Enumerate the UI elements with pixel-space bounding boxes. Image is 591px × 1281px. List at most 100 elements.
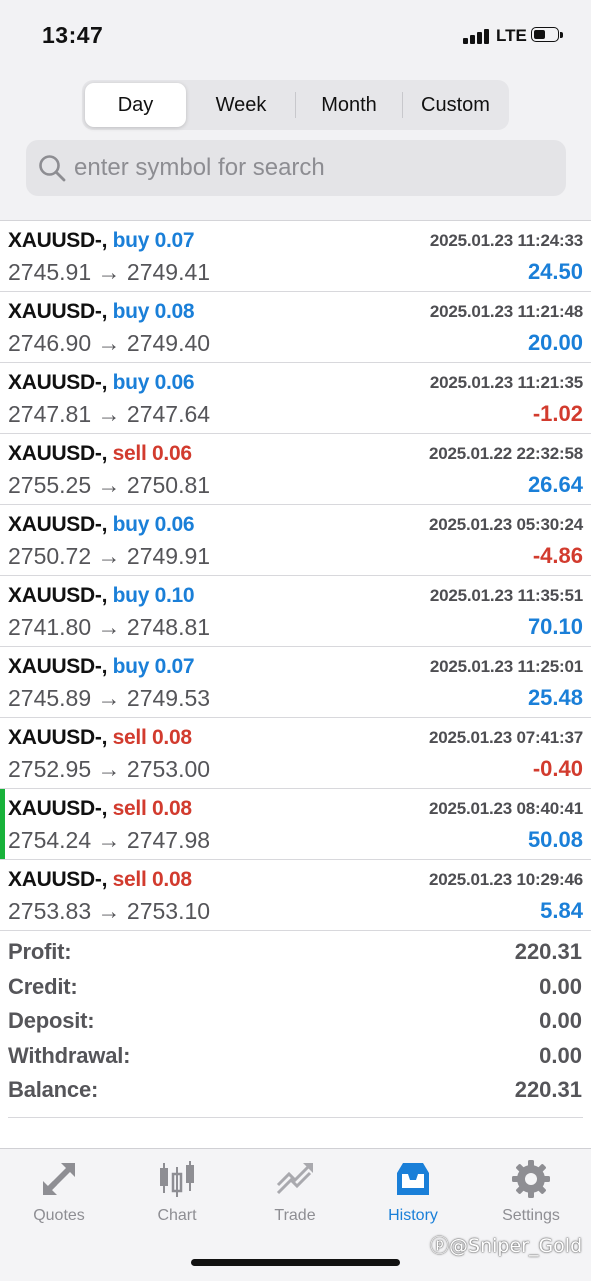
trade-symbol-name: XAUUSD-, xyxy=(8,797,108,820)
trade-prices: 2754.24 → 2747.98 xyxy=(8,827,211,853)
trade-time: 2025.01.23 11:35:51 xyxy=(429,586,583,605)
status-bar: 13:47 LTE xyxy=(0,0,591,66)
trade-side: buy 0.07 xyxy=(112,229,195,252)
signal-icon xyxy=(463,28,491,44)
trade-icon xyxy=(276,1163,313,1195)
trade-profit: -1.02 xyxy=(532,401,583,426)
quotes-icon xyxy=(43,1163,75,1195)
trade-profit: 25.48 xyxy=(527,685,583,710)
trade-symbol-name: XAUUSD-, xyxy=(8,655,108,678)
status-time: 13:47 xyxy=(42,22,104,48)
summary-label: Withdrawal: xyxy=(8,1042,131,1068)
trade-profit: -0.40 xyxy=(532,756,583,781)
network-type: LTE xyxy=(496,26,527,45)
trade-symbol-name: XAUUSD-, xyxy=(8,584,108,607)
trade-symbol-name: XAUUSD-, xyxy=(8,300,108,323)
tab-label: Settings xyxy=(502,1207,560,1224)
trade-time: 2025.01.23 11:21:48 xyxy=(429,302,583,321)
trade-row[interactable]: XAUUSD-, sell 0.08 2025.01.23 10:29:46 2… xyxy=(0,860,591,931)
summary-value: 0.00 xyxy=(539,1008,582,1033)
summary-label: Deposit: xyxy=(8,1008,95,1033)
trade-time: 2025.01.23 11:25:01 xyxy=(429,657,583,676)
trade-row[interactable]: XAUUSD-, buy 0.06 2025.01.23 11:21:35 27… xyxy=(0,363,591,434)
trade-row[interactable]: XAUUSD-, buy 0.08 2025.01.23 11:21:48 27… xyxy=(0,292,591,363)
trade-symbol: XAUUSD-, buy 0.06 xyxy=(8,513,195,537)
trade-profit: 26.64 xyxy=(527,472,583,497)
trade-symbol: XAUUSD-, buy 0.07 xyxy=(8,229,195,253)
trade-prices: 2746.90 → 2749.40 xyxy=(8,330,211,356)
summary-value: 220.31 xyxy=(514,939,582,964)
trade-symbol: XAUUSD-, buy 0.08 xyxy=(8,300,195,324)
summary-balance: Balance: 220.31 xyxy=(0,1073,591,1108)
chart-icon xyxy=(160,1161,194,1197)
trade-row[interactable]: XAUUSD-, buy 0.07 2025.01.23 11:24:33 27… xyxy=(0,221,591,292)
trade-profit: 70.10 xyxy=(527,614,583,639)
tab-label: Chart xyxy=(157,1207,197,1224)
watermark: ⓟ@Sniper_Gold xyxy=(430,1235,583,1257)
symbol-search-input[interactable]: enter symbol for search xyxy=(26,140,566,196)
trade-side: buy 0.06 xyxy=(112,513,195,536)
trade-profit: -4.86 xyxy=(532,543,583,568)
trade-symbol-name: XAUUSD-, xyxy=(8,868,108,891)
trade-prices: 2753.83 → 2753.10 xyxy=(8,898,211,924)
selected-row-marker xyxy=(0,789,5,859)
trade-side: buy 0.10 xyxy=(112,584,195,607)
summary-divider xyxy=(8,1117,583,1118)
trade-side: sell 0.06 xyxy=(112,442,192,465)
trade-row[interactable]: XAUUSD-, sell 0.06 2025.01.22 22:32:58 2… xyxy=(0,434,591,505)
trade-symbol-name: XAUUSD-, xyxy=(8,513,108,536)
history-icon xyxy=(397,1163,429,1195)
trade-time: 2025.01.23 08:40:41 xyxy=(428,799,583,818)
tab-month[interactable]: Month xyxy=(296,83,402,127)
trade-symbol: XAUUSD-, buy 0.07 xyxy=(8,655,195,679)
trade-side: sell 0.08 xyxy=(112,726,192,749)
tab-settings[interactable]: Settings xyxy=(472,1149,590,1239)
tab-trade[interactable]: Trade xyxy=(236,1149,354,1239)
trade-prices: 2745.89 → 2749.53 xyxy=(8,685,211,711)
trade-profit: 5.84 xyxy=(540,898,583,923)
trade-prices: 2745.91 → 2749.41 xyxy=(8,259,211,285)
trade-profit: 50.08 xyxy=(527,827,583,852)
summary-withdrawal: Withdrawal: 0.00 xyxy=(0,1039,591,1074)
trade-row[interactable]: XAUUSD-, sell 0.08 2025.01.23 08:40:41 2… xyxy=(0,789,591,860)
tab-quotes[interactable]: Quotes xyxy=(0,1149,118,1239)
trade-profit: 20.00 xyxy=(527,330,583,355)
tab-chart[interactable]: Chart xyxy=(118,1149,236,1239)
tab-week[interactable]: Week xyxy=(188,83,294,127)
account-summary: Profit: 220.31 Credit: 0.00 Deposit: 0.0… xyxy=(0,935,591,1108)
trade-prices: 2755.25 → 2750.81 xyxy=(8,472,211,498)
history-header: Day Week Month Custom enter symbol for s… xyxy=(0,66,591,220)
summary-value: 0.00 xyxy=(539,1042,582,1068)
trade-row[interactable]: XAUUSD-, buy 0.06 2025.01.23 05:30:24 27… xyxy=(0,505,591,576)
trade-row[interactable]: XAUUSD-, sell 0.08 2025.01.23 07:41:37 2… xyxy=(0,718,591,789)
summary-deposit: Deposit: 0.00 xyxy=(0,1004,591,1039)
trade-time: 2025.01.23 10:29:46 xyxy=(428,870,583,889)
trade-time: 2025.01.22 22:32:58 xyxy=(428,444,583,463)
trade-prices: 2750.72 → 2749.91 xyxy=(8,543,211,569)
tab-custom[interactable]: Custom xyxy=(403,83,508,127)
trade-prices: 2752.95 → 2753.00 xyxy=(8,756,211,782)
trade-prices: 2741.80 → 2748.81 xyxy=(8,614,211,640)
trade-time: 2025.01.23 11:24:33 xyxy=(429,231,583,250)
tab-history[interactable]: History xyxy=(354,1149,472,1239)
tab-day[interactable]: Day xyxy=(85,83,186,127)
home-indicator xyxy=(191,1259,400,1266)
tab-label: Quotes xyxy=(33,1207,85,1224)
summary-label: Balance: xyxy=(8,1077,99,1102)
trade-side: buy 0.07 xyxy=(112,655,195,678)
trade-row[interactable]: XAUUSD-, buy 0.10 2025.01.23 11:35:51 27… xyxy=(0,576,591,647)
battery-icon xyxy=(531,27,563,44)
trade-row[interactable]: XAUUSD-, buy 0.07 2025.01.23 11:25:01 27… xyxy=(0,647,591,718)
trade-symbol: XAUUSD-, buy 0.10 xyxy=(8,584,195,608)
search-icon xyxy=(39,155,66,182)
trade-symbol: XAUUSD-, buy 0.06 xyxy=(8,371,195,395)
trade-side: buy 0.08 xyxy=(112,300,195,323)
tab-label: History xyxy=(388,1207,438,1224)
trade-time: 2025.01.23 05:30:24 xyxy=(428,515,583,534)
trade-symbol-name: XAUUSD-, xyxy=(8,726,108,749)
trade-history-list: XAUUSD-, buy 0.07 2025.01.23 11:24:33 27… xyxy=(0,220,591,931)
trade-prices: 2747.81 → 2747.64 xyxy=(8,401,211,427)
trade-symbol: XAUUSD-, sell 0.08 xyxy=(8,868,192,892)
search-placeholder: enter symbol for search xyxy=(74,154,325,181)
trade-symbol: XAUUSD-, sell 0.08 xyxy=(8,726,192,750)
